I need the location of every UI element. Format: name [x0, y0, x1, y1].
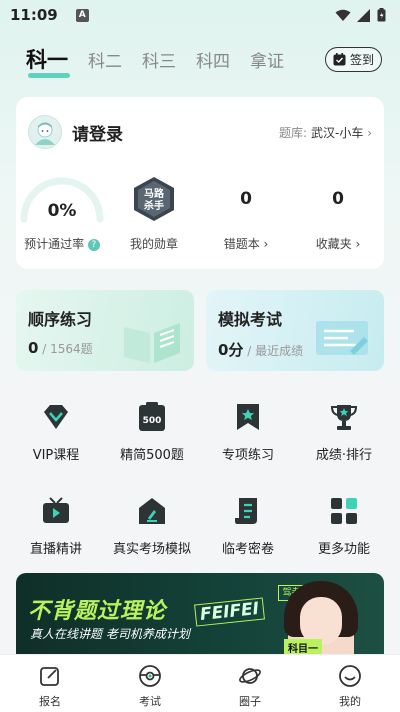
grid-label-exam-room: 真实考场模拟	[112, 542, 191, 557]
apps-grid-icon	[331, 498, 357, 524]
steering-wheel-icon	[139, 665, 161, 687]
signal-icon	[357, 8, 370, 22]
pass-rate-label: 预计通过率	[24, 237, 85, 251]
exam-room-icon	[139, 498, 165, 524]
tab-ke1[interactable]: 科一	[26, 44, 70, 78]
pass-rate-value: 0%	[47, 201, 77, 221]
sequential-done: 0	[28, 339, 39, 357]
wrong-book-label: 错题本 ›	[223, 237, 269, 251]
favorites-label: 收藏夹 ›	[315, 237, 361, 251]
medal-stat[interactable]: 马路 杀手 我的勋章	[108, 173, 200, 259]
grid-label-ranking: 成绩·排行	[315, 448, 373, 463]
battery-icon	[377, 8, 386, 22]
bottom-nav: 报名 考试 圈子 我的	[0, 654, 400, 712]
mock-exam-score: 0分	[218, 341, 244, 359]
nav-circle-label: 圈子	[239, 695, 261, 708]
planet-icon	[239, 668, 261, 684]
pass-rate-stat[interactable]: 0% 预计通过率 ?	[16, 173, 108, 259]
grid-item-special-practice[interactable]: 专项练习	[200, 398, 296, 470]
medal-label: 我的勋章	[129, 237, 178, 251]
pass-rate-label-row: 预计通过率 ?	[16, 235, 108, 252]
promo-banner[interactable]: 不背题过理论 真人在线讲题 老司机养成计划 驾考版 FEIFEI 科目一	[16, 573, 384, 663]
grid-label-special: 专项练习	[221, 448, 274, 463]
exam-screen-icon	[316, 321, 368, 355]
banner-name: FEIFEI	[193, 597, 265, 627]
grid-label-vip: VIP课程	[32, 448, 80, 463]
grid-item-exam-room[interactable]: 真实考场模拟	[104, 492, 200, 564]
grid-item-live-lecture[interactable]: 直播精讲	[8, 492, 104, 564]
open-book-icon	[124, 323, 180, 363]
mock-exam-note: / 最近成绩	[243, 344, 304, 358]
user-row: 请登录 题库: 武汉-小车 ›	[28, 115, 372, 149]
wrong-count: 0	[240, 189, 252, 209]
grid-item-vip-course[interactable]: VIP课程	[8, 398, 104, 470]
banner-subtitle: 真人在线讲题 老司机养成计划	[30, 627, 190, 641]
wifi-icon	[335, 9, 351, 21]
chevron-right-icon: ›	[367, 125, 372, 140]
feature-grid: VIP课程 500 精简500题 专项练习 成绩·排行 直播精讲 真实考场模拟 …	[8, 398, 392, 564]
wrong-book-stat[interactable]: 0 错题本 ›	[200, 173, 292, 259]
notification-a-icon: A	[75, 8, 89, 22]
500-questions-icon: 500	[139, 402, 165, 431]
status-right-icons	[335, 8, 386, 22]
tab-ke4[interactable]: 科四	[196, 47, 230, 72]
favorites-stat[interactable]: 0 收藏夹 ›	[292, 173, 384, 259]
user-avatar-icon	[35, 122, 55, 145]
nav-exam[interactable]: 考试	[100, 655, 200, 712]
vip-diamond-icon	[44, 405, 68, 429]
grid-label-more: 更多功能	[317, 542, 370, 557]
mock-exam-card[interactable]: 模拟考试 0分 / 最近成绩	[206, 290, 384, 371]
nav-exam-label: 考试	[139, 695, 161, 708]
favorites-count: 0	[332, 189, 344, 209]
500-icon-text: 500	[143, 416, 162, 426]
nav-signup-label: 报名	[39, 695, 61, 708]
medal-badge-line2: 杀手	[144, 199, 164, 212]
login-prompt[interactable]: 请登录	[72, 120, 123, 145]
user-card: 请登录 题库: 武汉-小车 › 0% 预计通过率 ? 马路 杀手 我的勋章 0 …	[16, 97, 384, 269]
smile-profile-icon	[339, 665, 361, 687]
nav-signup[interactable]: 报名	[0, 655, 100, 712]
signup-edit-icon	[40, 667, 59, 686]
grid-label-live: 直播精讲	[29, 542, 82, 557]
bookmark-star-icon	[237, 404, 259, 430]
medal-badge-line1: 马路	[144, 187, 165, 200]
sequential-total: / 1564题	[38, 342, 93, 356]
grid-label-final-paper: 临考密卷	[221, 542, 274, 557]
grid-item-more-functions[interactable]: 更多功能	[296, 492, 392, 564]
grid-item-500-questions[interactable]: 500 精简500题	[104, 398, 200, 470]
calendar-check-icon	[333, 52, 346, 65]
checkin-label: 签到	[349, 52, 374, 67]
help-icon[interactable]: ?	[87, 238, 100, 251]
scroll-paper-icon	[235, 498, 257, 524]
sequential-practice-card[interactable]: 顺序练习 0 / 1564题	[16, 290, 194, 371]
nav-profile-label: 我的	[339, 695, 361, 708]
nav-circle[interactable]: 圈子	[200, 655, 300, 712]
medal-badge-icon: 马路 杀手	[134, 177, 174, 221]
instructor-face	[300, 597, 342, 645]
subject-tabs: 科一 科二 科三 科四 拿证 签到	[26, 42, 382, 78]
bank-label: 题库:	[278, 125, 308, 140]
grid-item-final-paper[interactable]: 临考密卷	[200, 492, 296, 564]
tv-play-icon	[43, 497, 69, 523]
grid-item-score-ranking[interactable]: 成绩·排行	[296, 398, 392, 470]
tab-license[interactable]: 拿证	[250, 47, 284, 72]
trophy-icon	[330, 405, 358, 430]
question-bank-selector[interactable]: 题库: 武汉-小车 ›	[279, 124, 372, 141]
grid-label-500: 精简500题	[120, 448, 184, 463]
checkin-button[interactable]: 签到	[324, 46, 382, 72]
avatar[interactable]	[28, 115, 62, 149]
status-time: 11:09	[10, 6, 58, 24]
tab-ke2[interactable]: 科二	[88, 47, 122, 72]
stats-row: 0% 预计通过率 ? 马路 杀手 我的勋章 0 错题本 › 0 收藏夹 ›	[16, 173, 384, 259]
tab-ke3[interactable]: 科三	[142, 47, 176, 72]
banner-title: 不背题过理论	[28, 599, 167, 624]
nav-profile[interactable]: 我的	[300, 655, 400, 712]
bank-value: 武汉-小车	[311, 125, 364, 140]
status-bar: 11:09 A	[0, 0, 400, 30]
